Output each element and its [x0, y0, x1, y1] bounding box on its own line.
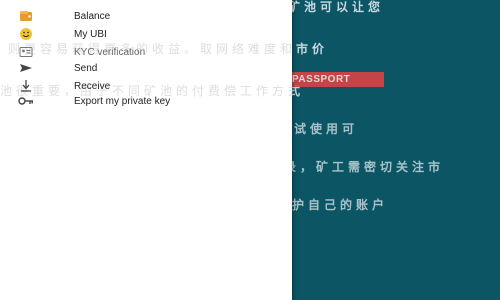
wallet-icon — [16, 8, 36, 24]
menu-item-label: My UBI — [74, 28, 107, 40]
menu-item-label: Receive — [74, 80, 111, 92]
menu-item-my-ubi[interactable]: My UBI — [0, 24, 292, 44]
menu-item-balance[interactable]: Balance — [0, 6, 292, 26]
menu-item-send[interactable]: Send — [0, 58, 292, 78]
menu-item-label: KYC verification — [74, 46, 146, 58]
passport-stamp: PASSPORT — [288, 72, 384, 87]
send-icon — [16, 60, 36, 76]
menu-item-label: Export my private key — [74, 95, 171, 107]
side-menu: 量大，则更容易获得更多的收益。取网络难度和市价 择适合的矿池很重要，由于不同矿池… — [0, 0, 292, 300]
key-icon — [16, 93, 36, 109]
menu-item-export-private-key[interactable]: Export my private key — [0, 91, 292, 111]
menu-item-label: Send — [74, 62, 98, 74]
smiley-icon — [16, 26, 36, 42]
menu-item-label: Balance — [74, 10, 111, 22]
